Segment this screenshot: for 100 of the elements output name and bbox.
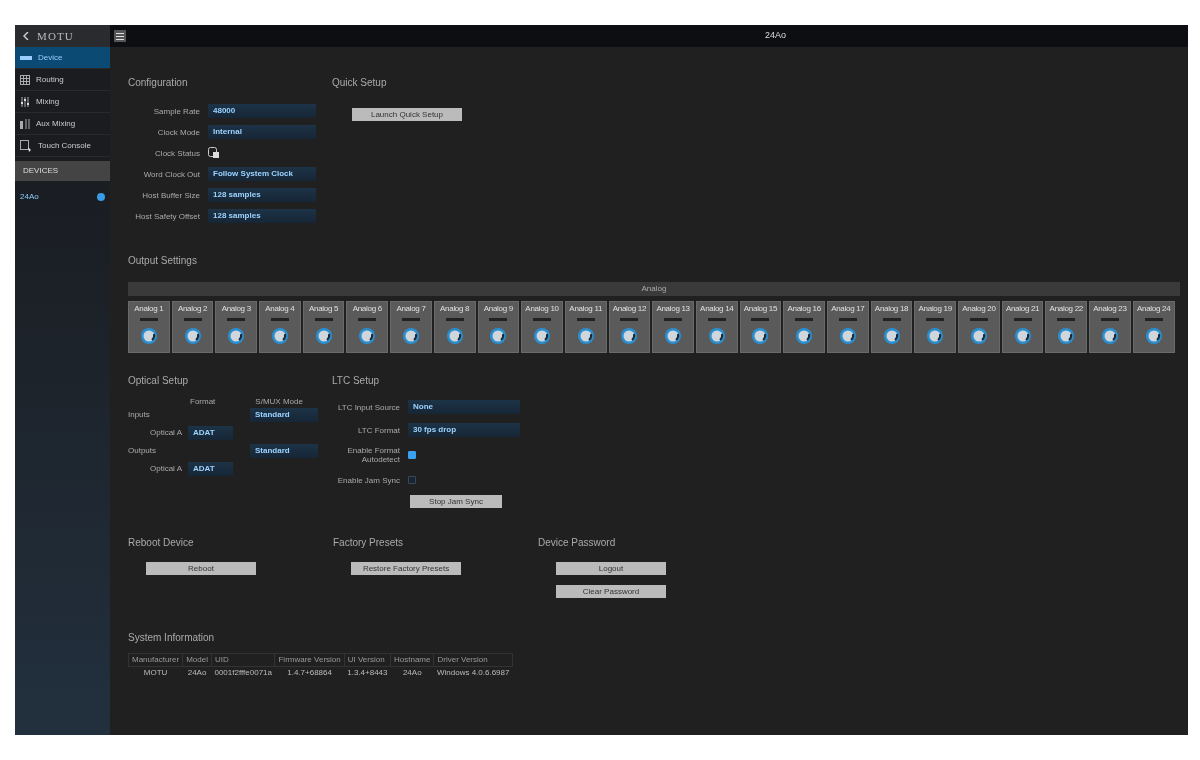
stop-jam-sync-button[interactable]: Stop Jam Sync — [410, 495, 502, 508]
knob-icon[interactable] — [707, 327, 726, 345]
dropdown[interactable]: ADAT — [188, 462, 233, 476]
group-label: Inputs — [128, 409, 150, 421]
dropdown[interactable]: 128 samples — [208, 209, 316, 223]
sidebar-item[interactable]: Aux Mixing — [15, 113, 110, 135]
field-label: Sample Rate — [152, 106, 200, 116]
field-label: Enable Format Autodetect — [346, 446, 400, 464]
dropdown[interactable]: Internal — [208, 125, 316, 139]
knob-icon[interactable] — [139, 327, 158, 345]
table-cell: MOTU — [128, 666, 183, 679]
knob-icon[interactable] — [1144, 327, 1163, 345]
column-header: Manufacturer — [128, 653, 183, 667]
checkbox[interactable] — [408, 451, 416, 459]
dropdown[interactable]: Follow System Clock — [208, 167, 316, 181]
knob-icon[interactable] — [576, 327, 595, 345]
launch-button[interactable]: Launch Quick Setup — [352, 108, 462, 121]
channel-name: Analog 3 — [221, 304, 251, 313]
section-title: Output Settings — [128, 254, 198, 268]
level-display — [183, 318, 202, 321]
knob-icon[interactable] — [969, 327, 988, 345]
port-label: Optical A — [149, 463, 182, 475]
section-title: Device Password — [538, 536, 617, 550]
knob-icon[interactable] — [838, 327, 857, 345]
level-display — [751, 318, 770, 321]
level-display — [1057, 318, 1076, 321]
knob-icon[interactable] — [227, 327, 246, 345]
sidebar-item[interactable]: Routing — [15, 69, 110, 91]
level-display — [795, 318, 814, 321]
device-list-entry[interactable]: 24Ao — [15, 189, 110, 205]
checkbox[interactable] — [408, 476, 416, 484]
column-header: UID — [211, 653, 275, 667]
restore-button[interactable]: Restore Factory Presets — [351, 562, 461, 575]
knob-icon[interactable] — [926, 327, 945, 345]
port-label: Optical A — [149, 427, 182, 439]
dropdown[interactable]: ADAT — [188, 426, 233, 440]
channel-name: Analog 24 — [1137, 304, 1171, 313]
level-display — [401, 318, 420, 321]
field-label: Word Clock Out — [142, 169, 200, 179]
field-label: Clock Status — [154, 148, 200, 158]
level-display — [664, 318, 683, 321]
channel-name: Analog 1 — [134, 304, 164, 313]
knob-icon[interactable] — [1057, 327, 1076, 345]
knob-icon[interactable] — [445, 327, 464, 345]
knob-icon[interactable] — [183, 327, 202, 345]
field-label: Host Safety Offset — [134, 211, 200, 221]
fader-icon — [20, 96, 30, 107]
grid-icon — [20, 74, 30, 85]
section-title: Optical Setup — [128, 374, 190, 388]
device-icon — [20, 54, 32, 61]
dropdown[interactable]: 30 fps drop — [408, 423, 520, 437]
column-header: Format — [190, 396, 216, 408]
level-display — [489, 318, 508, 321]
knob-icon[interactable] — [489, 327, 508, 345]
knob-icon[interactable] — [1013, 327, 1032, 345]
channel-name: Analog 2 — [177, 304, 208, 313]
password-button[interactable]: Clear Password — [556, 585, 666, 598]
knob-icon[interactable] — [620, 327, 639, 345]
knob-icon[interactable] — [751, 327, 770, 345]
channel-name: Analog 7 — [396, 304, 426, 313]
knob-icon[interactable] — [533, 327, 552, 345]
level-display — [270, 318, 289, 321]
field-label: Enable Jam Sync — [336, 475, 400, 485]
level-display — [533, 318, 552, 321]
dropdown[interactable]: 128 samples — [208, 188, 316, 202]
knob-icon[interactable] — [270, 327, 289, 345]
table-cell: 0001f2fffe0071a — [211, 666, 275, 679]
knob-icon[interactable] — [664, 327, 683, 345]
dropdown[interactable]: Standard — [250, 408, 318, 422]
sidebar-item[interactable]: Touch Console — [15, 135, 110, 157]
channel-name: Analog 18 — [874, 304, 909, 313]
column-header: Firmware Version — [275, 653, 345, 667]
field-label: LTC Input Source — [336, 402, 400, 412]
sidebar-item[interactable]: Mixing — [15, 91, 110, 113]
knob-icon[interactable] — [401, 327, 420, 345]
back-icon[interactable] — [23, 32, 29, 40]
field-label: LTC Format — [356, 425, 400, 435]
dropdown[interactable]: None — [408, 400, 520, 414]
level-display — [882, 318, 901, 321]
reboot-button[interactable]: Reboot — [146, 562, 256, 575]
password-button[interactable]: Logout — [556, 562, 666, 575]
menu-icon[interactable] — [114, 30, 126, 42]
column-header: Model — [182, 653, 212, 667]
level-display — [1144, 318, 1163, 321]
knob-icon[interactable] — [882, 327, 901, 345]
channel-name: Analog 11 — [569, 304, 603, 313]
knob-icon[interactable] — [795, 327, 814, 345]
knob-icon[interactable] — [1100, 327, 1119, 345]
dropdown[interactable]: Standard — [250, 444, 318, 458]
knob-icon[interactable] — [358, 327, 377, 345]
knob-icon[interactable] — [314, 327, 333, 345]
dropdown[interactable]: 48000 — [208, 104, 316, 118]
level-display — [314, 318, 333, 321]
column-header: UI Version — [344, 653, 391, 667]
channel-name: Analog 15 — [743, 304, 778, 313]
tablet-icon — [20, 139, 32, 152]
sidebar-item[interactable]: Device — [15, 47, 110, 69]
section-title: Factory Presets — [333, 536, 405, 550]
channel-name: Analog 14 — [700, 304, 734, 313]
channel-name: Analog 8 — [440, 304, 470, 313]
